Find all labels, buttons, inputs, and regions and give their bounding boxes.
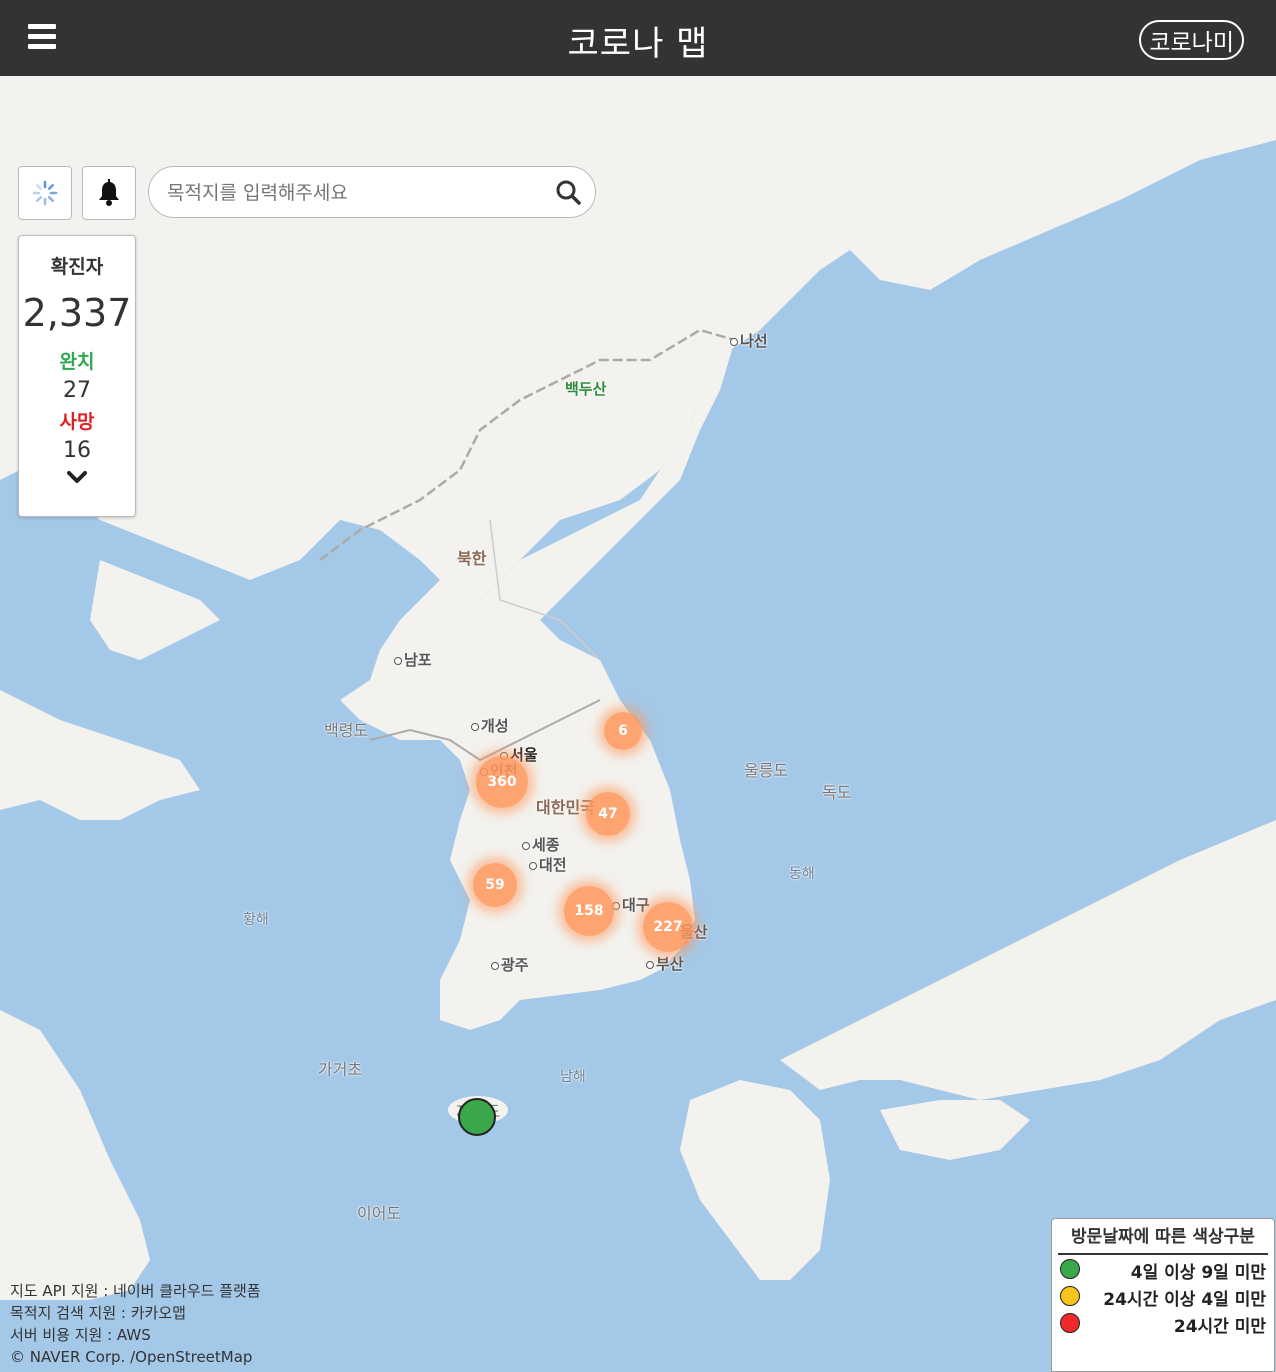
- place-gwangju: 광주: [491, 954, 529, 975]
- yellow-dot-icon: [1060, 1286, 1080, 1306]
- legend-title: 방문날짜에 따른 색상구분: [1058, 1219, 1268, 1255]
- visit-marker-jeju[interactable]: [458, 1098, 496, 1136]
- bell-icon: [99, 179, 119, 206]
- dead-count: 16: [63, 438, 91, 463]
- notification-button[interactable]: [82, 166, 136, 220]
- dead-label: 사망: [59, 411, 95, 433]
- location-loading-button[interactable]: [18, 166, 72, 220]
- place-nampo: 남포: [394, 649, 432, 670]
- cluster-marker-daegu[interactable]: 158: [564, 886, 614, 936]
- legend-item-label: 24시간 이상 4일 미만: [1103, 1290, 1266, 1310]
- place-donghae: 동해: [789, 866, 815, 882]
- confirmed-count: 2,337: [22, 291, 132, 335]
- cluster-marker-gangwon[interactable]: 6: [604, 712, 642, 750]
- place-daejeon: 대전: [529, 854, 567, 875]
- chevron-down-icon[interactable]: [19, 469, 135, 488]
- place-sejong: 세종: [522, 834, 560, 855]
- search-bar: [148, 166, 596, 218]
- legend-item: 24시간 이상 4일 미만: [1052, 1284, 1274, 1310]
- search-icon[interactable]: [555, 179, 581, 205]
- search-input[interactable]: [165, 177, 539, 209]
- cluster-marker-ulsan[interactable]: 227: [643, 902, 693, 952]
- corona-me-button[interactable]: 코로나미: [1139, 20, 1244, 60]
- place-busan: 부산: [646, 953, 684, 974]
- legend-item-label: 24시간 미만: [1173, 1317, 1266, 1337]
- cluster-marker-seoul-incheon[interactable]: 360: [476, 756, 528, 808]
- credit-server: 서버 비용 지원 : AWS: [10, 1326, 151, 1344]
- map-area[interactable]: 나선 백두산 북한 남포 개성 백령도 서울 인천 대한민국 세종 대전 대구 …: [0, 76, 1276, 1370]
- color-legend: 방문날짜에 따른 색상구분 4일 이상 9일 미만 24시간 이상 4일 미만 …: [1051, 1218, 1275, 1372]
- legend-item: 24시간 미만: [1052, 1311, 1274, 1337]
- place-baekdusan: 백두산: [565, 380, 607, 398]
- stats-panel: 확진자 2,337 완치 27 사망 16: [18, 235, 136, 517]
- credit-map-api: 지도 API 지원 : 네이버 클라우드 플랫폼: [10, 1282, 261, 1300]
- place-naseon: 나선: [730, 330, 768, 351]
- place-hwanghae: 황해: [243, 912, 269, 928]
- place-gaeseong: 개성: [471, 715, 509, 736]
- credits: 지도 API 지원 : 네이버 클라우드 플랫폼 목적지 검색 지원 : 카카오…: [10, 1280, 261, 1368]
- place-ulleungdo: 울릉도: [744, 761, 789, 780]
- confirmed-label: 확진자: [50, 256, 104, 278]
- place-baengnyeongdo: 백령도: [324, 721, 369, 740]
- cluster-marker-jeonbuk[interactable]: 59: [473, 863, 517, 907]
- place-gageocho: 가거초: [318, 1060, 363, 1079]
- app-header: 코로나 맵 코로나미: [0, 0, 1276, 76]
- cured-count: 27: [63, 378, 91, 403]
- legend-item-label: 4일 이상 9일 미만: [1130, 1263, 1266, 1283]
- legend-item: 4일 이상 9일 미만: [1052, 1257, 1274, 1283]
- red-dot-icon: [1060, 1313, 1080, 1333]
- place-daegu: 대구: [612, 894, 650, 915]
- place-dokdo: 독도: [822, 783, 852, 802]
- place-ieodo: 이어도: [357, 1204, 402, 1223]
- place-bukhan: 북한: [457, 549, 487, 568]
- place-namhae: 남해: [560, 1069, 586, 1085]
- green-dot-icon: [1060, 1259, 1080, 1279]
- cured-label: 완치: [59, 351, 95, 373]
- page-title: 코로나 맵: [567, 24, 709, 64]
- credit-copyright[interactable]: © NAVER Corp. /OpenStreetMap: [10, 1346, 261, 1368]
- loading-spinner-icon: [32, 180, 58, 206]
- credit-search: 목적지 검색 지원 : 카카오맵: [10, 1304, 186, 1322]
- cluster-marker-gyeongbuk[interactable]: 47: [586, 792, 630, 836]
